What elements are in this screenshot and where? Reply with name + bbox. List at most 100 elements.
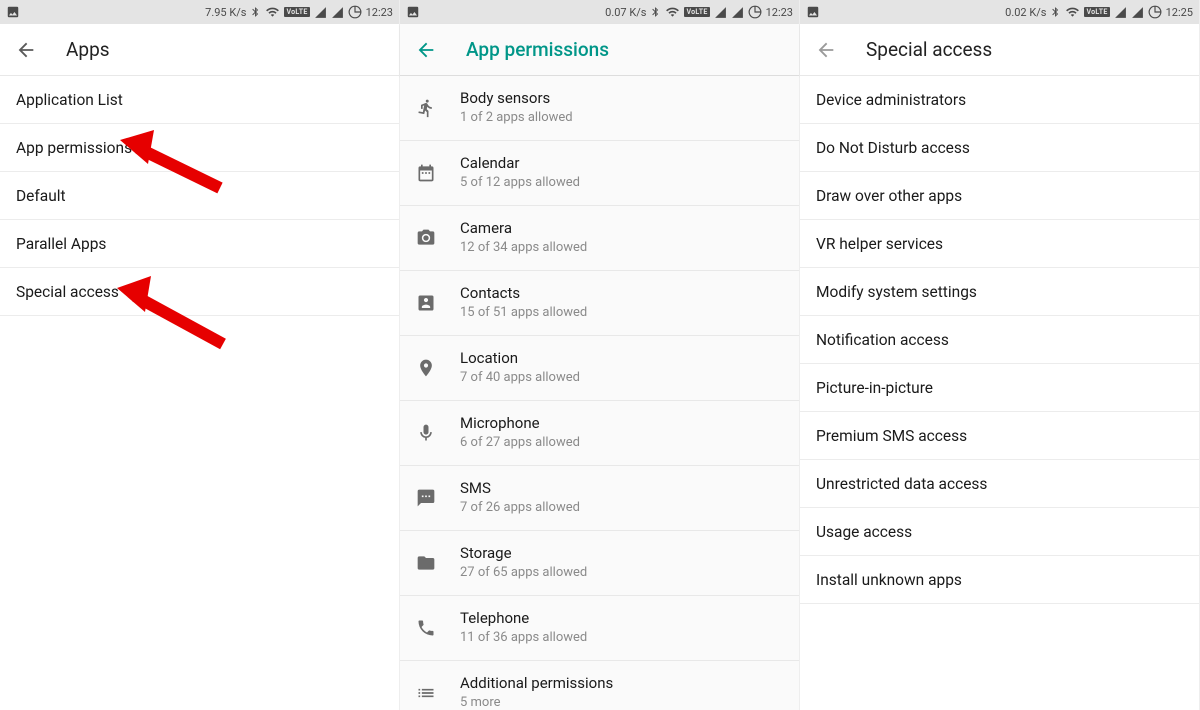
volte-badge: VoLTE xyxy=(684,7,709,17)
screen-permissions: 0.07 K/s VoLTE 12:23 App permissions Bod… xyxy=(400,0,800,710)
special-row[interactable]: Device administrators xyxy=(800,76,1199,124)
phone-icon xyxy=(416,618,460,638)
special-row[interactable]: VR helper services xyxy=(800,220,1199,268)
volte-badge: VoLTE xyxy=(1084,7,1109,17)
row-default[interactable]: Default xyxy=(0,172,399,220)
special-row[interactable]: Install unknown apps xyxy=(800,556,1199,604)
perm-row-contacts[interactable]: Contacts 15 of 51 apps allowed xyxy=(400,271,799,336)
signal-icon-2 xyxy=(331,6,344,19)
wifi-icon xyxy=(1065,5,1080,19)
appbar: Special access xyxy=(800,24,1199,76)
statusbar: 7.95 K/s VoLTE 12:23 xyxy=(0,0,399,24)
perm-sub: 6 of 27 apps allowed xyxy=(460,435,783,452)
perm-title: Location xyxy=(460,349,783,368)
row-special-access[interactable]: Special access xyxy=(0,268,399,316)
row-parallel-apps[interactable]: Parallel Apps xyxy=(0,220,399,268)
row-label: Picture-in-picture xyxy=(816,379,933,397)
perm-sub: 5 more xyxy=(460,695,783,710)
perm-title: Calendar xyxy=(460,154,783,173)
perm-sub: 15 of 51 apps allowed xyxy=(460,305,783,322)
perm-sub: 5 of 12 apps allowed xyxy=(460,175,783,192)
battery-icon xyxy=(1148,5,1162,19)
appbar: App permissions xyxy=(400,24,799,76)
row-label: Unrestricted data access xyxy=(816,475,987,493)
perm-row-location[interactable]: Location 7 of 40 apps allowed xyxy=(400,336,799,401)
special-row[interactable]: Notification access xyxy=(800,316,1199,364)
sms-icon xyxy=(416,488,460,508)
clock: 12:25 xyxy=(1166,6,1193,19)
special-row[interactable]: Do Not Disturb access xyxy=(800,124,1199,172)
statusbar: 0.02 K/s VoLTE 12:25 xyxy=(800,0,1199,24)
perm-row-list[interactable]: Additional permissions 5 more xyxy=(400,661,799,710)
special-row[interactable]: Picture-in-picture xyxy=(800,364,1199,412)
back-icon[interactable] xyxy=(14,38,38,62)
perm-title: Contacts xyxy=(460,284,783,303)
bluetooth-icon xyxy=(1050,5,1061,19)
perm-row-calendar[interactable]: Calendar 5 of 12 apps allowed xyxy=(400,141,799,206)
contacts-icon xyxy=(416,293,460,313)
location-icon xyxy=(416,358,460,378)
perm-title: Additional permissions xyxy=(460,674,783,693)
apps-list: Application List App permissions Default… xyxy=(0,76,399,710)
row-label: Usage access xyxy=(816,523,912,541)
row-application-list[interactable]: Application List xyxy=(0,76,399,124)
perm-title: Body sensors xyxy=(460,89,783,108)
perm-row-storage[interactable]: Storage 27 of 65 apps allowed xyxy=(400,531,799,596)
row-label: Notification access xyxy=(816,331,949,349)
perm-sub: 27 of 65 apps allowed xyxy=(460,565,783,582)
signal-icon xyxy=(1114,6,1127,19)
network-speed: 7.95 K/s xyxy=(205,6,246,19)
camera-icon xyxy=(416,228,460,248)
battery-icon xyxy=(748,5,762,19)
screen-apps: 7.95 K/s VoLTE 12:23 Apps Application Li… xyxy=(0,0,400,710)
special-row[interactable]: Premium SMS access xyxy=(800,412,1199,460)
list-icon xyxy=(416,683,460,703)
wifi-icon xyxy=(665,5,680,19)
bluetooth-icon xyxy=(650,5,661,19)
signal-icon xyxy=(314,6,327,19)
perm-row-sms[interactable]: SMS7 of 26 apps allowed xyxy=(400,466,799,531)
volte-badge: VoLTE xyxy=(284,7,309,17)
row-label: Parallel Apps xyxy=(16,235,106,253)
perm-sub: 7 of 40 apps allowed xyxy=(460,370,783,387)
signal-icon xyxy=(714,6,727,19)
special-row[interactable]: Draw over other apps xyxy=(800,172,1199,220)
statusbar: 0.07 K/s VoLTE 12:23 xyxy=(400,0,799,24)
network-speed: 0.02 K/s xyxy=(1005,6,1046,19)
perm-row-run[interactable]: Body sensors 1 of 2 apps allowed xyxy=(400,76,799,141)
perm-title: SMS xyxy=(460,479,783,498)
permissions-list: Body sensors 1 of 2 apps allowed Calendar 5… xyxy=(400,76,799,710)
network-speed: 0.07 K/s xyxy=(605,6,646,19)
mic-icon xyxy=(416,423,460,443)
perm-sub: 12 of 34 apps allowed xyxy=(460,240,783,257)
row-label: Do Not Disturb access xyxy=(816,139,970,157)
row-label: Premium SMS access xyxy=(816,427,967,445)
row-app-permissions[interactable]: App permissions xyxy=(0,124,399,172)
run-icon xyxy=(416,98,460,118)
page-title: Special access xyxy=(866,38,992,61)
back-icon[interactable] xyxy=(814,38,838,62)
perm-sub: 1 of 2 apps allowed xyxy=(460,110,783,127)
perm-row-mic[interactable]: Microphone6 of 27 apps allowed xyxy=(400,401,799,466)
storage-icon xyxy=(416,553,460,573)
wifi-icon xyxy=(265,5,280,19)
row-label: VR helper services xyxy=(816,235,943,253)
row-label: Modify system settings xyxy=(816,283,977,301)
page-title: App permissions xyxy=(466,38,609,61)
back-icon[interactable] xyxy=(414,38,438,62)
perm-row-camera[interactable]: Camera12 of 34 apps allowed xyxy=(400,206,799,271)
special-row[interactable]: Modify system settings xyxy=(800,268,1199,316)
row-label: Default xyxy=(16,187,66,205)
special-row[interactable]: Unrestricted data access xyxy=(800,460,1199,508)
battery-icon xyxy=(348,5,362,19)
image-icon xyxy=(806,5,820,19)
image-icon xyxy=(6,5,20,19)
row-label: Device administrators xyxy=(816,91,966,109)
perm-title: Storage xyxy=(460,544,783,563)
perm-row-phone[interactable]: Telephone11 of 36 apps allowed xyxy=(400,596,799,661)
appbar: Apps xyxy=(0,24,399,76)
special-row[interactable]: Usage access xyxy=(800,508,1199,556)
special-list: Device administrators Do Not Disturb acce… xyxy=(800,76,1199,710)
page-title: Apps xyxy=(66,38,110,61)
clock: 12:23 xyxy=(766,6,793,19)
